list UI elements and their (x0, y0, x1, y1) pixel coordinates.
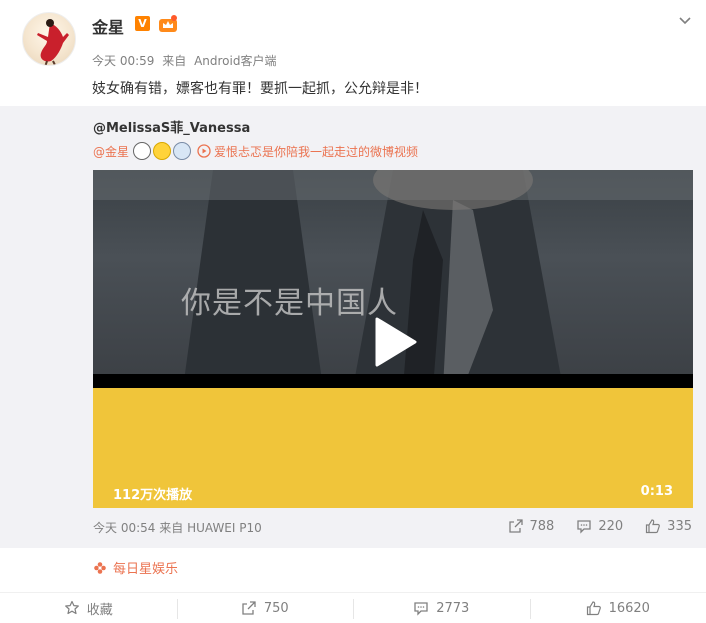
repost-count: 750 (263, 600, 289, 616)
action-bar: 收藏 750 2773 16620 (0, 592, 706, 623)
post-meta: 今天 00:59 来自 Android客户端 (92, 52, 280, 69)
repost-from-label: 来自 (159, 521, 184, 535)
comment-count: 2773 (436, 600, 470, 616)
post-client[interactable]: Android客户端 (194, 54, 276, 68)
scared-face-emoji-icon (173, 142, 192, 160)
avatar[interactable] (22, 12, 76, 66)
favorite-button[interactable]: 收藏 (0, 593, 177, 623)
play-count: 112万次播放 (113, 488, 193, 503)
mention-link[interactable]: @金星 (93, 143, 129, 160)
comment-icon (577, 520, 591, 534)
post-from-label: 来自 (162, 54, 187, 68)
video-link-icon (197, 144, 211, 158)
favorite-label: 收藏 (86, 602, 113, 618)
video-subtitle: 你是不是中国人 (181, 286, 398, 321)
weibo-card: 金星 V 今天 00:59 来自 Android客户端 妓女确有错，嫖客也有罪！… (0, 0, 706, 623)
star-icon (64, 600, 79, 615)
repost-comment-button[interactable]: 220 (576, 518, 623, 534)
username[interactable]: 金星 (92, 14, 124, 38)
video-duration: 0:13 (640, 484, 673, 499)
repost-comment-count: 220 (598, 518, 624, 534)
comment-button[interactable]: 2773 (353, 593, 530, 623)
thumbs-up-icon (586, 601, 601, 616)
repost-time[interactable]: 今天 00:54 (93, 521, 155, 535)
video-link-label: 爱恨忐忑是你陪我一起走过的微博视频 (214, 144, 419, 159)
repost-text: @金星 爱恨忐忑是你陪我一起走过的微博视频 (93, 141, 418, 161)
play-icon[interactable] (373, 317, 417, 367)
post-time[interactable]: 今天 00:59 (92, 54, 154, 68)
source-tag[interactable]: 每日星娱乐 (93, 558, 178, 577)
like-count: 16620 (608, 600, 650, 616)
repost-like-count: 335 (667, 518, 692, 534)
comment-icon (414, 602, 428, 616)
repost-share-button[interactable]: 788 (508, 518, 555, 534)
repost-client[interactable]: HUAWEI P10 (187, 521, 262, 535)
glasses-face-emoji-icon (133, 142, 152, 160)
repost-like-button[interactable]: 335 (645, 518, 692, 534)
like-button[interactable]: 16620 (529, 593, 706, 623)
pinwheel-icon (94, 561, 106, 574)
verified-badge-icon: V (135, 16, 150, 31)
video-link[interactable]: 爱恨忐忑是你陪我一起走过的微博视频 (197, 143, 418, 160)
share-icon (508, 519, 523, 533)
member-crown-icon[interactable] (158, 15, 178, 33)
thumbs-up-icon (646, 519, 661, 534)
chevron-down-icon[interactable] (678, 14, 692, 28)
thinking-face-emoji-icon (153, 142, 172, 160)
repost-block: @MelissaS菲_Vanessa @金星 爱恨忐忑是你陪我一起走过的微博视频 (0, 106, 706, 548)
share-icon (242, 601, 256, 615)
repost-button[interactable]: 750 (176, 593, 354, 623)
repost-meta: 今天 00:54 来自 HUAWEI P10 (93, 519, 262, 536)
repost-share-count: 788 (529, 518, 555, 534)
post-text: 妓女确有错，嫖客也有罪！要抓一起抓，公允辩是非！ (92, 81, 428, 97)
repost-author[interactable]: @MelissaS菲_Vanessa (93, 117, 250, 136)
video-player[interactable]: 你是不是中国人 112万次播放 0:13 (93, 170, 693, 508)
repost-actions: 788 220 335 (508, 518, 692, 534)
source-label: 每日星娱乐 (113, 562, 179, 577)
